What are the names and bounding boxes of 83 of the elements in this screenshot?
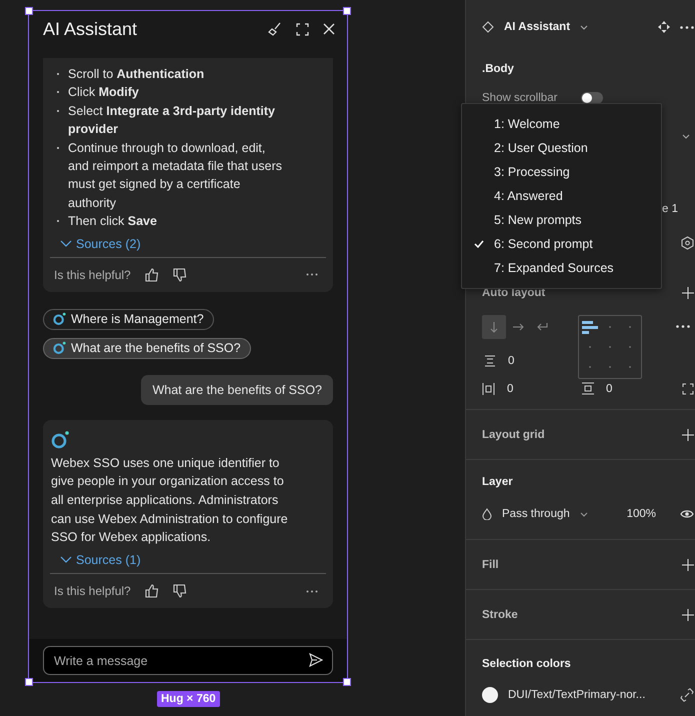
menu-item[interactable]: 7: Expanded Sources	[462, 256, 661, 280]
menu-item[interactable]: 6: Second prompt	[462, 232, 661, 256]
section-title: Auto layout	[482, 287, 546, 299]
section-title: Stroke	[482, 608, 518, 620]
color-style-name[interactable]: DUI/Text/TextPrimary-nor...	[508, 689, 646, 701]
direction-button[interactable]	[482, 315, 506, 339]
property-label: Show scrollbar	[482, 92, 558, 104]
alignment-grid[interactable]	[578, 315, 642, 379]
menu-item[interactable]: 1: Welcome	[462, 112, 661, 136]
detach-icon[interactable]	[680, 688, 694, 702]
horizontal-padding-icon	[482, 382, 495, 394]
message-field[interactable]: Write a message	[43, 646, 333, 675]
expand-icon[interactable]	[296, 22, 309, 36]
selection-handle[interactable]	[25, 7, 33, 15]
menu-item[interactable]: 5: New prompts	[462, 208, 661, 232]
add-icon[interactable]	[682, 287, 694, 299]
thumbs-down-icon[interactable]	[172, 268, 187, 282]
section-title: Selection colors	[482, 658, 571, 670]
section-title: Layout grid	[482, 428, 545, 440]
answer-text: Webex SSO uses one unique identifier to give people in your organization access to all enterprise applications. Administrators can use Webex Administration to configure SSO for Webex applications.	[50, 454, 289, 546]
sources-toggle[interactable]: Sources (2)	[43, 230, 141, 257]
answer-step: Click Modify	[57, 83, 289, 102]
menu-item[interactable]: 2: User Question	[462, 136, 661, 160]
toggle-switch[interactable]	[581, 92, 604, 104]
close-icon[interactable]	[323, 23, 335, 35]
eye-icon[interactable]	[680, 509, 694, 519]
send-icon[interactable]	[309, 653, 323, 667]
thumbs-down-icon[interactable]	[172, 584, 187, 598]
arrow-down-icon	[488, 321, 500, 333]
component-icon	[482, 21, 494, 33]
menu-item[interactable]: 3: Processing	[462, 160, 661, 184]
more-icon[interactable]	[306, 590, 318, 593]
chevron-down-icon	[60, 556, 72, 564]
size-badge: Hug × 760	[157, 691, 220, 707]
add-icon[interactable]	[682, 608, 694, 620]
answer-step: Select Integrate a 3rd-party identity provider	[57, 102, 289, 139]
thumbs-up-icon[interactable]	[144, 268, 159, 282]
user-message: What are the benefits of SSO?	[141, 374, 333, 405]
component-name[interactable]: AI Assistant	[504, 21, 570, 33]
suggestion-chip[interactable]: Where is Management?	[43, 308, 214, 330]
section-title: Layer	[482, 476, 513, 488]
answer-step: Continue through to download, edit, and reimport a metadata file that users must get signed by a certificate authority	[57, 138, 289, 212]
caret-icon[interactable]	[580, 512, 588, 516]
feedback-prompt: Is this helpful?	[54, 268, 131, 282]
spacing-value[interactable]: 0	[508, 355, 514, 367]
suggestion-chip[interactable]: What are the benefits of SSO?	[43, 338, 251, 359]
selection-handle[interactable]	[25, 678, 33, 686]
vertical-padding-icon	[582, 382, 594, 395]
color-swatch[interactable]	[482, 687, 498, 703]
feedback-prompt: Is this helpful?	[54, 584, 131, 598]
layer-name: .Body	[482, 63, 515, 75]
blend-mode-dropdown[interactable]: Pass through	[502, 508, 570, 520]
caret-icon[interactable]	[682, 134, 690, 139]
more-icon[interactable]	[306, 273, 318, 276]
sources-toggle[interactable]: Sources (1)	[43, 547, 141, 574]
opacity-value[interactable]: 100%	[626, 508, 656, 520]
arrow-right-icon	[512, 321, 524, 333]
selection-handle[interactable]	[343, 678, 351, 686]
chevron-down-icon	[60, 240, 72, 248]
caret-icon[interactable]	[580, 24, 588, 30]
answer-step: Then click Save	[57, 212, 289, 231]
move-icon[interactable]	[658, 21, 670, 33]
add-icon[interactable]	[682, 558, 694, 570]
spacing-icon	[484, 355, 496, 367]
menu-item[interactable]: 4: Answered	[462, 184, 661, 208]
add-icon[interactable]	[682, 428, 694, 440]
blend-icon	[482, 508, 492, 520]
ai-logo-icon	[53, 312, 67, 326]
hexagon-icon[interactable]	[681, 236, 694, 250]
more-icon[interactable]	[680, 26, 694, 28]
property-value: e 1	[662, 203, 678, 215]
selection-handle[interactable]	[343, 7, 351, 15]
padding-value[interactable]: 0	[606, 382, 612, 394]
panel-title: AI Assistant	[43, 18, 138, 40]
section-title: Fill	[482, 558, 499, 570]
broom-icon[interactable]	[268, 22, 282, 36]
thumbs-up-icon[interactable]	[144, 584, 159, 598]
answer-step: Scroll to Authentication	[57, 65, 289, 84]
clip-icon[interactable]	[682, 382, 694, 394]
return-arrow-icon	[536, 321, 548, 333]
ai-logo-icon	[53, 341, 67, 356]
more-icon[interactable]	[676, 325, 690, 328]
padding-value[interactable]: 0	[507, 382, 514, 394]
